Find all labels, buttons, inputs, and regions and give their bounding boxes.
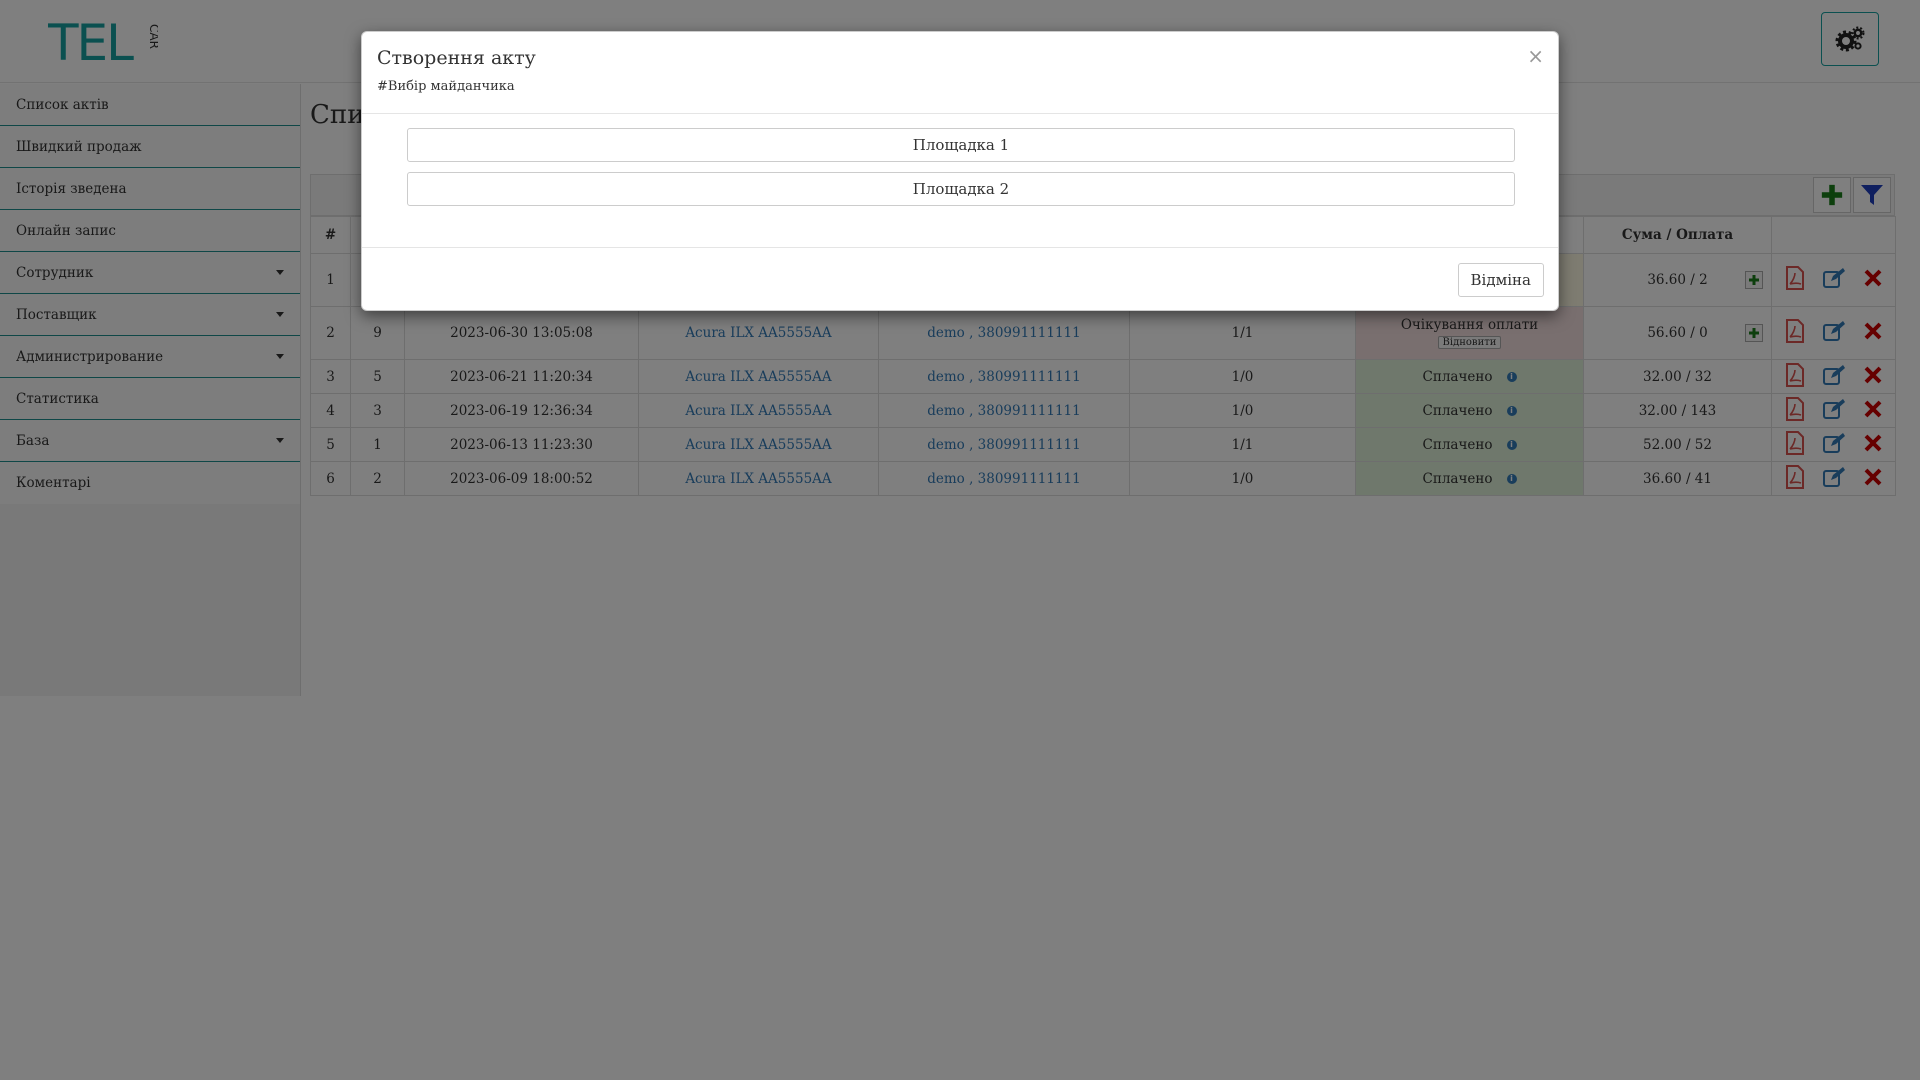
modal-footer: Відміна bbox=[362, 247, 1558, 312]
site-option-1-button[interactable]: Площадка 1 bbox=[407, 128, 1515, 162]
modal-header: Створення акту #Вибір майданчика × bbox=[362, 32, 1558, 114]
modal-subtitle: #Вибір майданчика bbox=[377, 79, 515, 94]
site-option-2-button[interactable]: Площадка 2 bbox=[407, 172, 1515, 206]
close-icon[interactable]: × bbox=[1527, 44, 1544, 68]
create-act-modal: Створення акту #Вибір майданчика × Площа… bbox=[361, 31, 1559, 311]
modal-title: Створення акту bbox=[377, 47, 536, 69]
cancel-button[interactable]: Відміна bbox=[1457, 263, 1544, 297]
